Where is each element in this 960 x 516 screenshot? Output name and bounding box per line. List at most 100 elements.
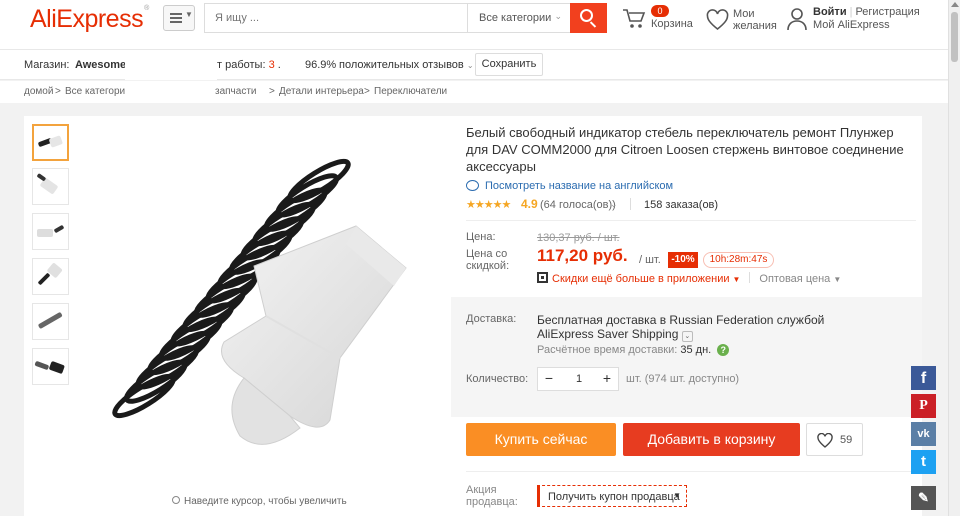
- store-name-link[interactable]: Awesome: [75, 59, 126, 71]
- save-store-button[interactable]: Сохранить: [475, 53, 543, 76]
- chevron-down-icon: ⌄: [466, 61, 474, 70]
- quantity-decrease-button[interactable]: −: [538, 368, 560, 390]
- heart-icon: [817, 433, 833, 448]
- wholesale-price-link[interactable]: Оптовая цена: [759, 273, 830, 285]
- product-title: Белый свободный индикатор стебель перекл…: [466, 125, 904, 174]
- search-button[interactable]: [570, 3, 607, 33]
- product-thumbnail-image: [37, 173, 58, 194]
- twitter-icon: t: [921, 453, 926, 470]
- product-info: Белый свободный индикатор стебель перекл…: [451, 116, 922, 516]
- add-to-cart-button[interactable]: Добавить в корзину: [623, 423, 800, 456]
- my-aliexpress-link[interactable]: Мой AliExpress: [813, 19, 890, 31]
- store-years: т работы: 3 .: [217, 59, 281, 71]
- star-rating-icon: ★★★★★: [466, 199, 511, 211]
- cart-link[interactable]: 0 Корзина: [622, 5, 693, 36]
- stock-available: шт. (974 шт. доступно): [626, 373, 740, 385]
- scrollbar-thumb[interactable]: [951, 12, 958, 62]
- store-label: Магазин:: [24, 59, 70, 71]
- discount-price-label: Цена со скидкой:: [466, 248, 510, 272]
- cart-icon: [623, 9, 646, 28]
- chevron-down-icon[interactable]: ⌄: [681, 331, 693, 342]
- pinterest-icon: P: [919, 398, 928, 413]
- search-icon: [580, 9, 593, 22]
- pencil-icon: ✎: [918, 490, 929, 505]
- add-to-wishlist-button[interactable]: 59: [806, 423, 863, 456]
- price-label: Цена:: [466, 231, 496, 243]
- search-input[interactable]: [205, 4, 467, 32]
- quantity-stepper: − 1 +: [537, 367, 619, 391]
- breadcrumb-interior[interactable]: Детали интерьера: [279, 86, 364, 97]
- thumbnail-5[interactable]: [32, 303, 69, 340]
- orders-count: 158 заказа(ов): [644, 199, 719, 211]
- divider: [466, 220, 916, 221]
- search-icon: [172, 496, 180, 504]
- shipping-section: Доставка: Бесплатная доставка в Russian …: [451, 297, 922, 417]
- thumbnail-6[interactable]: [32, 348, 69, 385]
- register-link[interactable]: Регистрация: [855, 6, 919, 18]
- help-icon[interactable]: ?: [717, 344, 730, 356]
- app-promo: Скидки ещё больше в приложении ▼ Оптовая ц…: [537, 272, 841, 285]
- wishlist-count: 59: [840, 434, 853, 446]
- quantity-input[interactable]: 1: [560, 368, 598, 390]
- categories-menu-button[interactable]: ▼: [163, 5, 195, 31]
- pinterest-share-button[interactable]: P: [911, 394, 936, 418]
- product-thumbnail-image: [38, 135, 63, 148]
- registered-mark: ®: [144, 5, 149, 12]
- rating-value: 4.9: [521, 197, 538, 211]
- search-category-select[interactable]: Все категории ⌄: [467, 4, 571, 32]
- top-header: AliExpress® ▼ Все категории⌄ 0 Корзина М…: [0, 0, 948, 50]
- translate-icon: [466, 180, 479, 191]
- zoom-hint: Наведите курсор, чтобы увеличить: [172, 496, 347, 507]
- discount-badge: -10%: [668, 252, 698, 268]
- account-menu: Войти | Регистрация Мой AliExpress: [787, 6, 927, 36]
- current-price: 117,20 руб.: [537, 246, 628, 265]
- thumbnail-3[interactable]: [32, 213, 69, 250]
- per-piece-label: / шт.: [639, 254, 661, 266]
- scroll-up-arrow[interactable]: [951, 2, 959, 7]
- product-main-image: [112, 158, 407, 445]
- quantity-increase-button[interactable]: +: [596, 368, 618, 390]
- wishlist-link[interactable]: Мои желания: [706, 8, 777, 38]
- vk-share-button[interactable]: vk: [911, 422, 936, 446]
- login-link[interactable]: Войти: [813, 6, 847, 18]
- thumbnail-4[interactable]: [32, 258, 69, 295]
- product-thumbnail-image: [38, 312, 63, 329]
- breadcrumb-spare-parts[interactable]: запчасти: [215, 86, 257, 97]
- twitter-share-button[interactable]: t: [911, 450, 936, 474]
- positive-feedback-link[interactable]: положительных отзывов ⌄: [339, 59, 474, 71]
- aliexpress-logo[interactable]: AliExpress®: [30, 5, 149, 34]
- thumbnail-1[interactable]: [32, 124, 69, 161]
- divider: [466, 471, 916, 472]
- product-thumbnail-image: [37, 225, 64, 237]
- get-seller-coupon-button[interactable]: Получить купон продавца ▼: [537, 485, 687, 507]
- product-thumbnail-image: [34, 361, 65, 374]
- votes-link[interactable]: (64 голоса(ов)): [540, 199, 616, 211]
- caret-down-icon: ▼: [732, 275, 741, 284]
- store-rating: 96.9%: [305, 59, 337, 71]
- facebook-icon: f: [920, 370, 927, 387]
- caret-down-icon: ▼: [833, 275, 842, 284]
- cart-count-badge: 0: [651, 5, 669, 17]
- search-bar: Все категории⌄: [204, 3, 607, 33]
- translate-title-link[interactable]: Посмотреть название на английском: [466, 180, 673, 192]
- buy-now-button[interactable]: Купить сейчас: [466, 423, 616, 456]
- shipping-label: Доставка:: [466, 313, 517, 325]
- vk-icon: vk: [917, 428, 930, 440]
- breadcrumb-all-categories[interactable]: Все категори: [65, 86, 125, 97]
- cart-label: Корзина: [651, 18, 693, 30]
- page-scrollbar[interactable]: [948, 0, 960, 516]
- facebook-share-button[interactable]: f: [911, 366, 936, 390]
- qr-code-icon: [537, 272, 548, 283]
- delivery-estimate: Расчётное время доставки: 35 дн. ?: [537, 344, 730, 356]
- breadcrumb-switches[interactable]: Переключатели: [374, 86, 447, 97]
- edit-feedback-button[interactable]: ✎: [911, 486, 936, 510]
- shipping-method[interactable]: Бесплатная доставка в Russian Federation…: [537, 313, 837, 342]
- app-discount-link[interactable]: Скидки ещё больше в приложении: [552, 273, 730, 285]
- breadcrumb-home[interactable]: домой: [24, 86, 53, 97]
- chevron-down-icon: ⌄: [610, 199, 618, 209]
- product-gallery: Наведите курсор, чтобы увеличить: [24, 116, 451, 516]
- chevron-down-icon: ▼: [185, 10, 193, 19]
- wishlist-label-line2: желания: [733, 20, 777, 32]
- product-thumbnail-image: [38, 263, 62, 285]
- thumbnail-2[interactable]: [32, 168, 69, 205]
